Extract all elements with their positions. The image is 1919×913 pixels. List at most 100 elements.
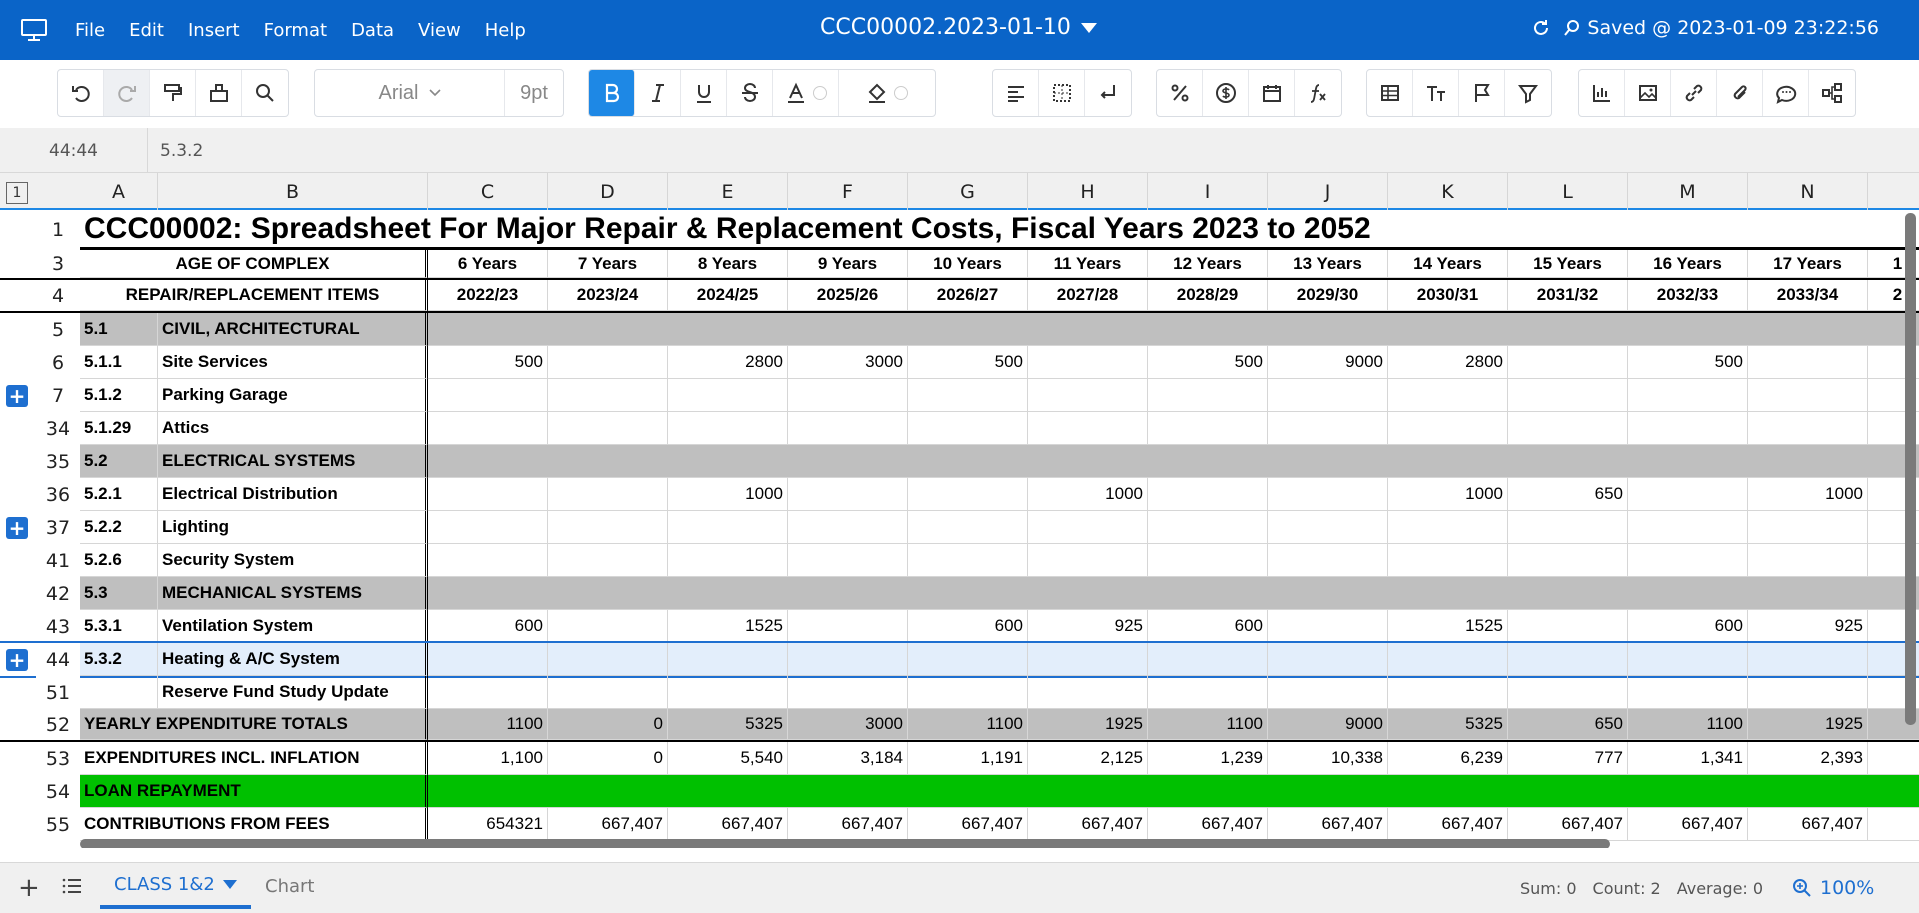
value-cell[interactable] (668, 511, 788, 544)
value-cell[interactable] (1268, 511, 1388, 544)
wrap-button[interactable] (1085, 70, 1131, 116)
value-cell[interactable]: 9000 (1268, 709, 1388, 740)
value-cell[interactable] (1388, 544, 1508, 577)
value-cell[interactable]: 600 (428, 610, 548, 643)
value-cell[interactable] (1748, 511, 1868, 544)
value-cell[interactable] (428, 478, 548, 511)
value-cell[interactable]: 650 (1508, 478, 1628, 511)
value-cell[interactable] (548, 346, 668, 379)
sheet-tab-class[interactable]: CLASS 1&2 (100, 863, 251, 909)
chevron-down-icon[interactable] (1080, 22, 1097, 33)
value-cell[interactable] (668, 379, 788, 412)
value-cell[interactable]: 1000 (1748, 478, 1868, 511)
item-code[interactable]: 5.2.2 (80, 511, 158, 544)
value-cell[interactable]: 667,407 (788, 808, 908, 841)
row-label[interactable]: YEARLY EXPENDITURE TOTALS (80, 709, 428, 740)
item-code[interactable]: 5.1.29 (80, 412, 158, 445)
value-cell[interactable]: 10,338 (1268, 742, 1388, 775)
value-cell[interactable] (1268, 643, 1388, 676)
value-cell[interactable] (548, 412, 668, 445)
header-cell[interactable]: 9 Years (788, 250, 908, 278)
row-number[interactable]: 51 (36, 676, 80, 709)
text-size-button[interactable] (1413, 70, 1459, 116)
add-sheet-button[interactable]: + (18, 873, 40, 903)
value-cell[interactable] (1028, 379, 1148, 412)
header-cell[interactable]: 2022/23 (428, 280, 548, 311)
horizontal-scrollbar[interactable] (80, 839, 1610, 848)
value-cell[interactable]: 1,341 (1628, 742, 1748, 775)
value-cell[interactable] (788, 511, 908, 544)
menu-format[interactable]: Format (264, 20, 327, 41)
column-header-b[interactable]: B (158, 173, 428, 210)
value-cell[interactable]: 667,407 (548, 808, 668, 841)
column-header-i[interactable]: I (1148, 173, 1268, 210)
value-cell[interactable]: 600 (1628, 610, 1748, 643)
value-cell[interactable]: 650 (1508, 709, 1628, 740)
value-cell[interactable] (1028, 544, 1148, 577)
value-cell[interactable]: 1925 (1748, 709, 1868, 740)
value-cell[interactable] (1868, 742, 1919, 775)
function-button[interactable] (1295, 70, 1341, 116)
document-title[interactable]: CCC00002.2023-01-10 (820, 15, 1097, 40)
value-cell[interactable] (1148, 379, 1268, 412)
row-number[interactable]: 41 (36, 544, 80, 577)
value-cell[interactable] (1748, 412, 1868, 445)
value-cell[interactable] (428, 412, 548, 445)
value-cell[interactable]: 1100 (1148, 709, 1268, 740)
value-cell[interactable] (1508, 412, 1628, 445)
zoom-control[interactable]: 100% (1792, 863, 1874, 913)
cell-reference[interactable]: 44:44 (0, 128, 148, 173)
value-cell[interactable] (548, 676, 668, 709)
row-number[interactable]: 1 (36, 210, 80, 250)
borders-button[interactable] (1039, 70, 1085, 116)
value-cell[interactable] (548, 478, 668, 511)
section-fill[interactable] (428, 445, 1919, 478)
item-name[interactable]: Lighting (158, 511, 428, 544)
header-cell[interactable]: 2029/30 (1268, 280, 1388, 311)
value-cell[interactable]: 1000 (1028, 478, 1148, 511)
header-cell[interactable]: 2033/34 (1748, 280, 1868, 311)
value-cell[interactable] (1028, 643, 1148, 676)
value-cell[interactable]: 1,191 (908, 742, 1028, 775)
value-cell[interactable] (548, 643, 668, 676)
value-cell[interactable] (908, 412, 1028, 445)
menu-data[interactable]: Data (351, 20, 394, 41)
column-header-n[interactable]: N (1748, 173, 1868, 210)
column-header-l[interactable]: L (1508, 173, 1628, 210)
value-cell[interactable]: 0 (548, 709, 668, 740)
value-cell[interactable] (1628, 643, 1748, 676)
conditional-format-button[interactable] (1459, 70, 1505, 116)
item-code[interactable]: 5.2.6 (80, 544, 158, 577)
value-cell[interactable]: 1100 (908, 709, 1028, 740)
value-cell[interactable] (908, 544, 1028, 577)
value-cell[interactable] (1628, 379, 1748, 412)
column-header-j[interactable]: J (1268, 173, 1388, 210)
value-cell[interactable] (1628, 544, 1748, 577)
value-cell[interactable]: 1100 (1628, 709, 1748, 740)
item-code[interactable]: 5.2 (80, 445, 158, 478)
fill-color-button[interactable] (839, 70, 935, 116)
value-cell[interactable] (908, 643, 1028, 676)
sheet-list-icon[interactable] (62, 876, 82, 896)
outline-level-button[interactable]: 1 (6, 182, 28, 204)
value-cell[interactable] (548, 511, 668, 544)
value-cell[interactable] (668, 643, 788, 676)
item-code[interactable]: 5.1.1 (80, 346, 158, 379)
value-cell[interactable]: 667,407 (1028, 808, 1148, 841)
row-number[interactable]: 5 (36, 313, 80, 346)
value-cell[interactable] (428, 511, 548, 544)
value-cell[interactable] (1748, 544, 1868, 577)
item-code[interactable]: 5.3 (80, 577, 158, 610)
green-fill[interactable] (428, 775, 1919, 808)
item-name[interactable]: Ventilation System (158, 610, 428, 643)
chart-button[interactable] (1579, 70, 1625, 116)
value-cell[interactable] (1748, 379, 1868, 412)
value-cell[interactable]: 500 (1148, 346, 1268, 379)
value-cell[interactable] (1148, 544, 1268, 577)
value-cell[interactable]: 1000 (1388, 478, 1508, 511)
item-code[interactable] (80, 676, 158, 709)
header-cell[interactable]: 2027/28 (1028, 280, 1148, 311)
value-cell[interactable] (1628, 511, 1748, 544)
value-cell[interactable] (1028, 676, 1148, 709)
value-cell[interactable] (548, 610, 668, 643)
